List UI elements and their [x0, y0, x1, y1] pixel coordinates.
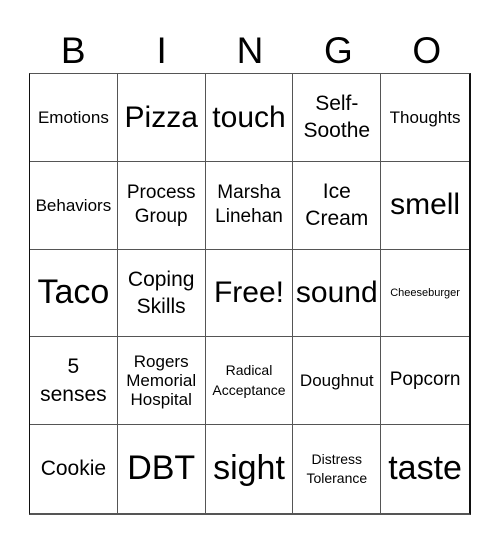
bingo-cell-text: Rogers Memorial Hospital	[126, 352, 197, 410]
bingo-cell-i5[interactable]: DBT	[118, 425, 206, 513]
bingo-cell-g3[interactable]: sound	[293, 249, 382, 338]
bingo-cell-b3[interactable]: Taco	[30, 249, 118, 338]
bingo-cell-o4[interactable]: Popcorn	[381, 337, 469, 426]
bingo-cell-b2[interactable]: Behaviors	[30, 161, 118, 250]
header-letter-o: O	[412, 30, 442, 71]
bingo-cell-text: sight	[213, 449, 285, 488]
bingo-cell-text: DBT	[127, 449, 196, 488]
bingo-cell-b1[interactable]: Emotions	[30, 74, 118, 162]
bingo-cell-text: Cookie	[40, 457, 107, 481]
bingo-cell-text: 5 senses	[40, 355, 107, 406]
bingo-cell-g4[interactable]: Doughnut	[293, 337, 382, 426]
bingo-cell-text: Self- Soothe	[303, 92, 371, 143]
bingo-grid: Emotions Pizza touch Self- Soothe Thoughts Beh…	[29, 73, 471, 515]
bingo-cell-g2[interactable]: Ice Cream	[293, 161, 382, 250]
bingo-cell-n5[interactable]: sight	[206, 425, 294, 513]
bingo-cell-g1[interactable]: Self- Soothe	[293, 74, 382, 162]
bingo-cell-text: Distress Tolerance	[306, 450, 368, 487]
bingo-cell-text: Thoughts	[389, 107, 461, 127]
bingo-cell-o1[interactable]: Thoughts	[381, 74, 469, 162]
bingo-cell-o2[interactable]: smell	[381, 162, 469, 250]
bingo-cell-text: touch	[212, 100, 286, 134]
bingo-cell-text: Popcorn	[389, 369, 461, 391]
header-letter-i: I	[156, 30, 167, 71]
bingo-cell-text: Process Group	[126, 181, 196, 228]
bingo-cell-text: Coping Skills	[127, 267, 195, 318]
bingo-cell-text: Marsha Linehan	[215, 181, 283, 228]
header-letter-g: G	[323, 30, 353, 71]
bingo-cell-text: Cheeseburger	[390, 286, 460, 299]
bingo-cell-text: Emotions	[37, 107, 109, 127]
bingo-cell-n1[interactable]: touch	[205, 74, 294, 162]
bingo-cell-i3[interactable]: Coping Skills	[117, 249, 206, 338]
bingo-cell-text: Ice Cream	[305, 179, 369, 231]
bingo-cell-i1[interactable]: Pizza	[117, 74, 206, 162]
bingo-cell-n2[interactable]: Marsha Linehan	[205, 161, 294, 250]
bingo-cell-i2[interactable]: Process Group	[117, 161, 206, 250]
bingo-cell-text: Behaviors	[35, 195, 112, 215]
bingo-cell-i4[interactable]: Rogers Memorial Hospital	[117, 337, 206, 426]
header-letter-n: N	[236, 30, 264, 71]
header-letter-b: B	[60, 30, 86, 71]
bingo-header: B I N G O	[29, 28, 471, 73]
bingo-cell-text: Taco	[37, 273, 110, 312]
bingo-cell-text: taste	[388, 449, 462, 488]
bingo-cell-g5[interactable]: Distress Tolerance	[293, 425, 382, 513]
bingo-cell-text: Pizza	[124, 100, 198, 134]
bingo-cell-o3[interactable]: Cheeseburger	[381, 250, 469, 338]
bingo-cell-text: Doughnut	[299, 371, 374, 391]
bingo-cell-text: smell	[390, 188, 461, 222]
bingo-cell-text: Radical Acceptance	[212, 362, 286, 398]
bingo-cell-n3[interactable]: Free!	[205, 249, 294, 338]
bingo-cell-n4[interactable]: Radical Acceptance	[205, 337, 294, 426]
bingo-cell-b4[interactable]: 5 senses	[30, 337, 118, 426]
bingo-cell-b5[interactable]: Cookie	[30, 425, 118, 513]
bingo-cell-text: sound	[295, 276, 378, 310]
bingo-cell-o5[interactable]: taste	[381, 425, 469, 513]
bingo-cell-text: Free!	[213, 276, 284, 310]
